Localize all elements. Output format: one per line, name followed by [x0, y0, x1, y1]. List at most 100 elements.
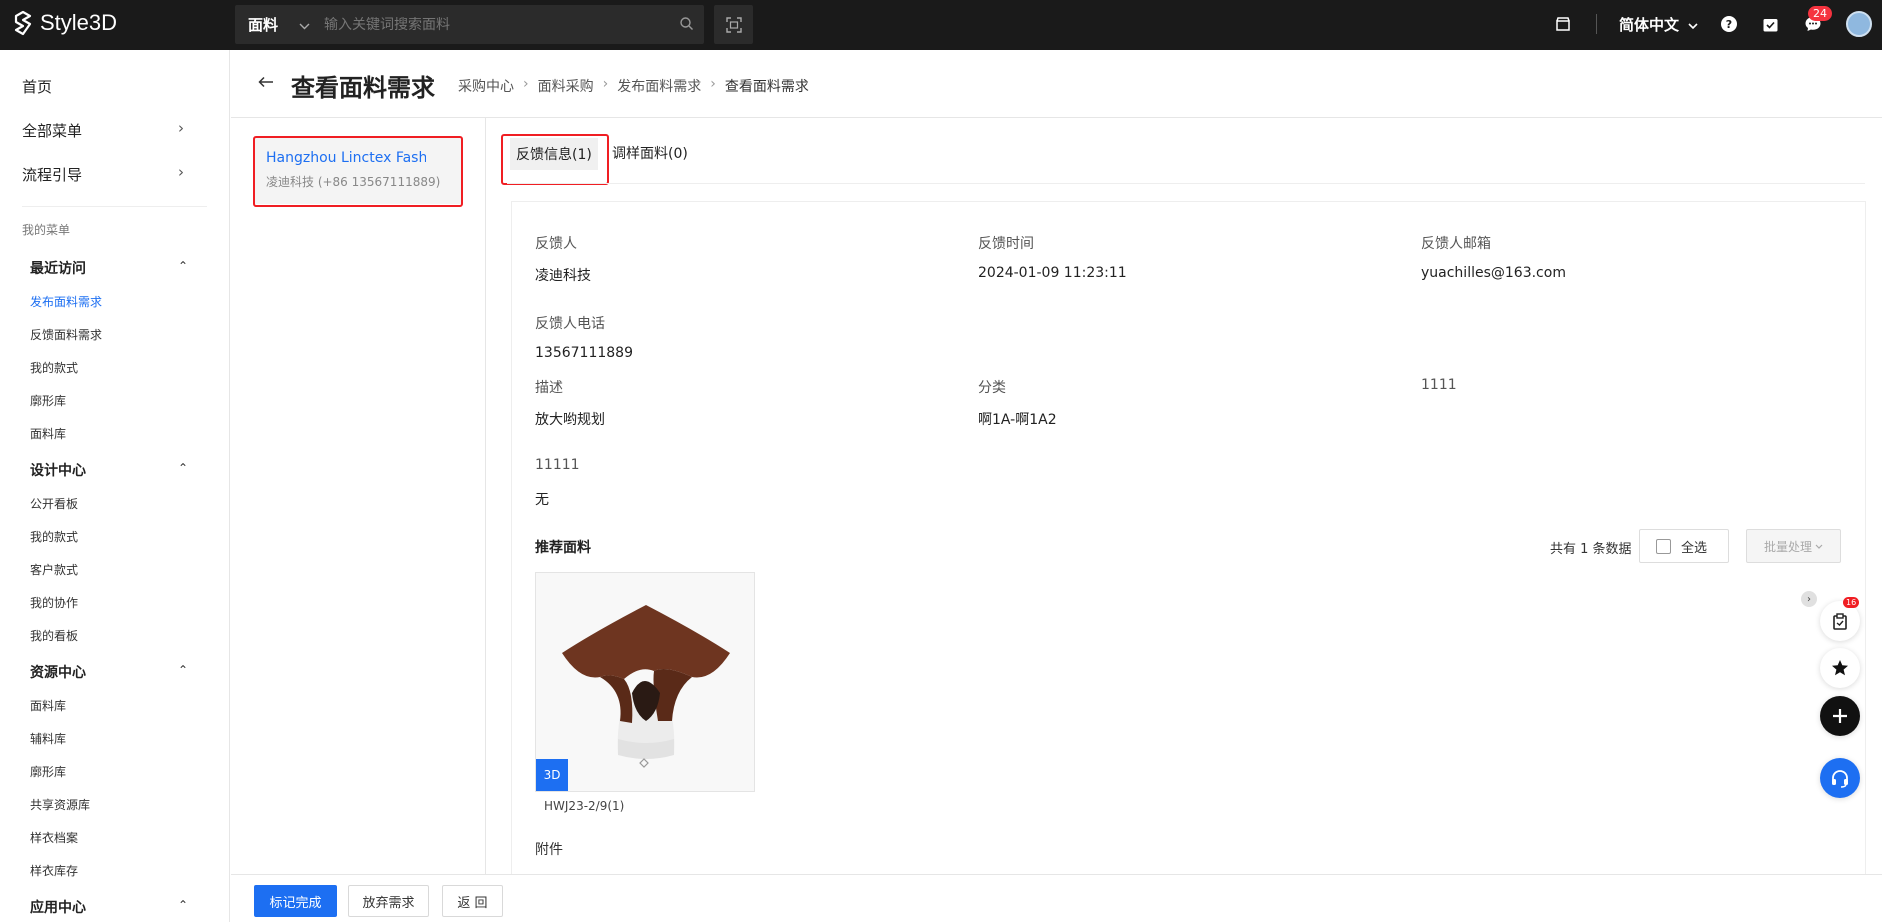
- highlight-box: [501, 134, 609, 185]
- chevron-down-icon[interactable]: [299, 15, 310, 34]
- customer-service-button[interactable]: [1820, 758, 1860, 798]
- style3d-logo-icon: [14, 10, 32, 36]
- divider: [22, 206, 207, 207]
- store-icon[interactable]: [1552, 13, 1574, 35]
- sidebar-group-resource-center[interactable]: 资源中心: [30, 662, 86, 682]
- divider: [1596, 14, 1597, 34]
- search-icon[interactable]: [679, 16, 694, 35]
- feedback-email-label: 反馈人邮箱: [1421, 236, 1491, 252]
- mark-complete-button[interactable]: 标记完成: [254, 885, 337, 917]
- sidebar-group-app-center[interactable]: 应用中心: [30, 897, 86, 917]
- sidebar-item-fabric-library[interactable]: 面料库: [30, 425, 66, 442]
- fabric-3d-image: [536, 573, 754, 791]
- sidebar-item-shared-resources[interactable]: 共享资源库: [30, 796, 90, 813]
- breadcrumb-item[interactable]: 采购中心: [458, 76, 514, 96]
- category-value: 啊1A-啊1A2: [978, 412, 1057, 428]
- chevron-down-icon: [1688, 23, 1698, 30]
- recommend-title: 推荐面料: [535, 540, 591, 556]
- logo-text: Style3D: [40, 10, 118, 35]
- scan-icon: [725, 16, 742, 33]
- back-arrow-icon[interactable]: [258, 73, 274, 93]
- sidebar-group-recent[interactable]: 最近访问: [30, 258, 86, 278]
- category-label: 分类: [978, 380, 1006, 396]
- sidebar-item-sample-archive[interactable]: 样衣档案: [30, 829, 78, 846]
- field-1111-label: 1111: [1421, 377, 1457, 393]
- chevron-right-icon: ›: [178, 163, 184, 181]
- breadcrumb-current: 查看面料需求: [724, 79, 809, 95]
- sidebar-item-my-styles[interactable]: 我的款式: [30, 528, 78, 545]
- back-button[interactable]: 返 回: [442, 885, 503, 917]
- favorite-button[interactable]: [1820, 648, 1860, 688]
- task-icon[interactable]: [1759, 13, 1781, 35]
- page-header: 查看面料需求 采购中心 › 面料采购 › 发布面料需求 › 查看面料需求: [231, 50, 1882, 118]
- field-11111-label: 11111: [535, 457, 580, 473]
- sidebar-item-my-collab[interactable]: 我的协作: [30, 594, 78, 611]
- cart-badge: 16: [1843, 597, 1860, 608]
- chevron-up-icon[interactable]: ⌃: [178, 259, 188, 273]
- sidebar-item-trims-library[interactable]: 辅料库: [30, 730, 66, 747]
- plus-icon: [1833, 709, 1847, 723]
- sidebar-item-publish-fabric-demand[interactable]: 发布面料需求: [30, 293, 102, 310]
- sidebar-item-public-board[interactable]: 公开看板: [30, 495, 78, 512]
- sidebar-group-design-center[interactable]: 设计中心: [30, 460, 86, 480]
- fabric-card[interactable]: 3D: [535, 572, 755, 792]
- chevron-up-icon[interactable]: ⌃: [178, 898, 188, 912]
- sidebar-item-flow-guide[interactable]: 流程引导: [22, 164, 82, 185]
- sidebar-item-feedback-fabric-demand[interactable]: 反馈面料需求: [30, 326, 102, 343]
- sidebar-item-silhouette-library[interactable]: 廓形库: [30, 392, 66, 409]
- sidebar-item-fabric-library[interactable]: 面料库: [30, 697, 66, 714]
- chevron-right-icon[interactable]: ›: [1801, 591, 1817, 607]
- feedback-time-label: 反馈时间: [978, 236, 1034, 252]
- sidebar-item-all-menu[interactable]: 全部菜单: [22, 120, 82, 141]
- feedback-time-value: 2024-01-09 11:23:11: [978, 265, 1127, 281]
- batch-process-button[interactable]: 批量处理: [1746, 529, 1841, 563]
- tab-sample-fabric[interactable]: 调样面料(0): [612, 143, 688, 163]
- abandon-button[interactable]: 放弃需求: [348, 885, 429, 917]
- clipboard-icon: [1833, 612, 1847, 630]
- sidebar-item-sample-stock[interactable]: 样衣库存: [30, 862, 78, 879]
- breadcrumb-item[interactable]: 面料采购: [538, 76, 594, 96]
- logo[interactable]: Style3D: [12, 10, 117, 36]
- sidebar-item-my-styles[interactable]: 我的款式: [30, 359, 78, 376]
- sidebar-item-silhouette-library[interactable]: 廓形库: [30, 763, 66, 780]
- sidebar-item-home[interactable]: 首页: [22, 76, 52, 97]
- highlight-box: [253, 136, 463, 207]
- tab-divider: [507, 183, 1865, 184]
- sidebar: 首页 全部菜单 › 流程引导 › 我的菜单 最近访问 ⌃ 发布面料需求 反馈面料…: [0, 50, 230, 922]
- select-all-label: 全选: [1681, 540, 1708, 556]
- description-value: 放大哟规划: [535, 412, 605, 428]
- chevron-right-icon: ›: [602, 76, 609, 92]
- attachment-label: 附件: [535, 842, 563, 858]
- fabric-code[interactable]: HWJ23-2/9(1): [544, 799, 624, 813]
- select-all-checkbox[interactable]: 全选: [1639, 529, 1729, 563]
- global-search: 面料: [235, 5, 704, 44]
- feedback-email-value: yuachilles@163.com: [1421, 265, 1566, 281]
- help-icon[interactable]: ?: [1718, 13, 1740, 35]
- sidebar-item-customer-styles[interactable]: 客户款式: [30, 561, 78, 578]
- description-label: 描述: [535, 380, 563, 396]
- field-11111-value: 无: [535, 492, 549, 508]
- breadcrumb-item[interactable]: 发布面料需求: [617, 76, 701, 96]
- sidebar-item-my-board[interactable]: 我的看板: [30, 627, 78, 644]
- batch-label: 批量处理: [1763, 539, 1812, 554]
- search-input[interactable]: [324, 16, 664, 33]
- star-icon: [1832, 660, 1848, 676]
- avatar[interactable]: [1846, 11, 1872, 37]
- message-badge: 24: [1808, 6, 1832, 21]
- chevron-up-icon[interactable]: ⌃: [178, 663, 188, 677]
- checkbox[interactable]: [1656, 538, 1671, 554]
- feedback-phone-label: 反馈人电话: [535, 316, 605, 332]
- chevron-right-icon: ›: [710, 76, 716, 92]
- search-category-select[interactable]: 面料: [235, 14, 295, 35]
- feedback-person-value: 凌迪科技: [535, 268, 591, 284]
- image-search-button[interactable]: [714, 5, 753, 44]
- headset-icon: [1832, 770, 1848, 788]
- add-button[interactable]: [1820, 696, 1860, 736]
- 3d-badge: 3D: [536, 759, 568, 791]
- page-title: 查看面料需求: [291, 74, 435, 102]
- language-select[interactable]: 简体中文: [1619, 14, 1698, 35]
- top-bar: Style3D 面料 简体中文 ? 24: [0, 0, 1882, 50]
- chevron-up-icon[interactable]: ⌃: [178, 461, 188, 475]
- my-menu-label: 我的菜单: [22, 223, 71, 237]
- supplier-panel: Hangzhou Linctex Fashion 凌迪科技 (+86 13567…: [231, 118, 486, 874]
